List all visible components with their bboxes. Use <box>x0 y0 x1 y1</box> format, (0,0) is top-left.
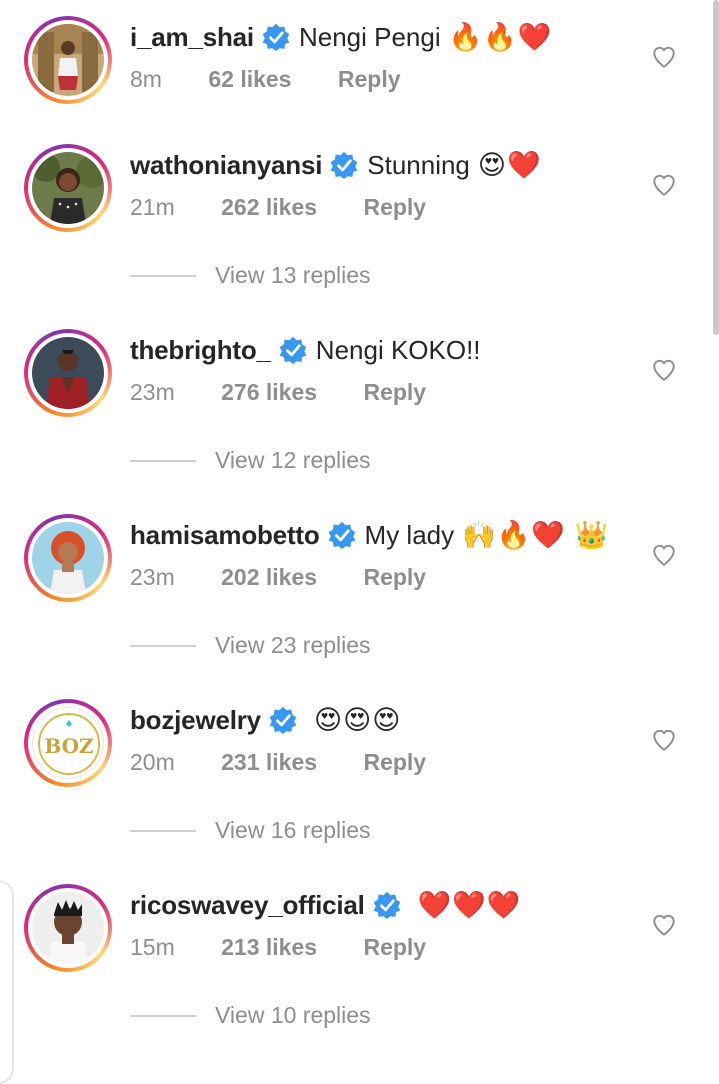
username[interactable]: i_am_shai <box>130 20 254 54</box>
comment-emojis: ❤️❤️❤️ <box>417 890 522 920</box>
replies-divider <box>130 644 196 647</box>
view-replies-label[interactable]: View 12 replies <box>215 447 371 474</box>
likes-count[interactable]: 62 likes <box>208 64 291 94</box>
view-replies-label[interactable]: View 23 replies <box>215 632 371 659</box>
comment-emojis: 🔥🔥❤️ <box>448 22 553 52</box>
view-replies[interactable]: View 13 replies <box>130 262 371 289</box>
likes-count[interactable]: 213 likes <box>221 932 317 962</box>
username[interactable]: wathonianyansi <box>130 148 322 182</box>
comment-text: My lady <box>364 520 455 550</box>
view-replies-label[interactable]: View 10 replies <box>215 1002 371 1029</box>
reply-button[interactable]: Reply <box>363 562 426 592</box>
view-replies[interactable]: View 23 replies <box>130 632 371 659</box>
comment-text: Nengi Pengi <box>298 22 441 52</box>
likes-count[interactable]: 202 likes <box>221 562 317 592</box>
verified-badge-icon <box>328 521 355 549</box>
reply-button[interactable]: Reply <box>363 932 426 962</box>
reply-button[interactable]: Reply <box>363 747 426 777</box>
username[interactable]: thebrighto_ <box>130 333 271 367</box>
view-replies[interactable]: View 12 replies <box>130 447 371 474</box>
comment-text: Nengi KOKO!! <box>315 335 481 365</box>
reply-button[interactable]: Reply <box>363 377 426 407</box>
comment-item: wathonianyansi Stunning 😍❤️ 21m 262 like… <box>0 128 719 313</box>
timestamp: 23m <box>130 379 175 405</box>
avatar[interactable] <box>24 884 112 972</box>
replies-divider <box>130 274 196 277</box>
replies-divider <box>130 459 196 462</box>
view-replies[interactable]: View 10 replies <box>130 1002 371 1029</box>
comment-item: hamisamobetto My lady 🙌🔥❤️ 👑 23m 202 lik… <box>0 498 719 683</box>
heart-outline-icon[interactable] <box>651 357 677 383</box>
view-replies-label[interactable]: View 13 replies <box>215 262 371 289</box>
likes-count[interactable]: 262 likes <box>221 192 317 222</box>
likes-count[interactable]: 231 likes <box>221 747 317 777</box>
heart-outline-icon[interactable] <box>651 44 677 70</box>
brand-logo-text: BOZ <box>44 734 93 758</box>
timestamp: 20m <box>130 749 175 775</box>
reply-button[interactable]: Reply <box>338 64 401 94</box>
username[interactable]: ricoswavey_official <box>130 888 365 922</box>
replies-divider <box>130 1014 196 1017</box>
heart-outline-icon[interactable] <box>651 542 677 568</box>
heart-outline-icon[interactable] <box>651 912 677 938</box>
comment-emojis: 😍❤️ <box>477 150 542 180</box>
username[interactable]: bozjewelry <box>130 703 261 737</box>
view-replies-label[interactable]: View 16 replies <box>215 817 371 844</box>
comment-item: ricoswavey_official ❤️❤️❤️ 15m 213 likes… <box>0 868 719 1053</box>
likes-count[interactable]: 276 likes <box>221 377 317 407</box>
verified-badge-icon <box>330 151 358 179</box>
avatar[interactable] <box>24 514 112 602</box>
username[interactable]: hamisamobetto <box>130 518 320 552</box>
verified-badge-icon <box>373 891 400 919</box>
avatar[interactable]: BOZ <box>24 699 112 787</box>
verified-badge-icon <box>269 706 297 734</box>
comment-item: BOZ bozjewelry 😍😍😍 20m 231 likes Reply V… <box>0 683 719 868</box>
timestamp: 8m <box>130 66 162 92</box>
reply-button[interactable]: Reply <box>363 192 426 222</box>
replies-divider <box>130 829 196 832</box>
comment-item: thebrighto_ Nengi KOKO!! 23m 276 likes R… <box>0 313 719 498</box>
avatar[interactable] <box>24 16 112 104</box>
comment-text: Stunning <box>367 150 470 180</box>
avatar[interactable] <box>24 144 112 232</box>
timestamp: 23m <box>130 564 175 590</box>
view-replies[interactable]: View 16 replies <box>130 817 371 844</box>
heart-outline-icon[interactable] <box>651 727 677 753</box>
heart-outline-icon[interactable] <box>651 172 677 198</box>
avatar[interactable] <box>24 329 112 417</box>
verified-badge-icon <box>279 336 307 364</box>
comment-emojis: 🙌🔥❤️ 👑 <box>462 520 610 550</box>
timestamp: 15m <box>130 934 175 960</box>
verified-badge-icon <box>262 23 290 51</box>
timestamp: 21m <box>130 194 175 220</box>
comment-emojis: 😍😍😍 <box>313 705 402 735</box>
